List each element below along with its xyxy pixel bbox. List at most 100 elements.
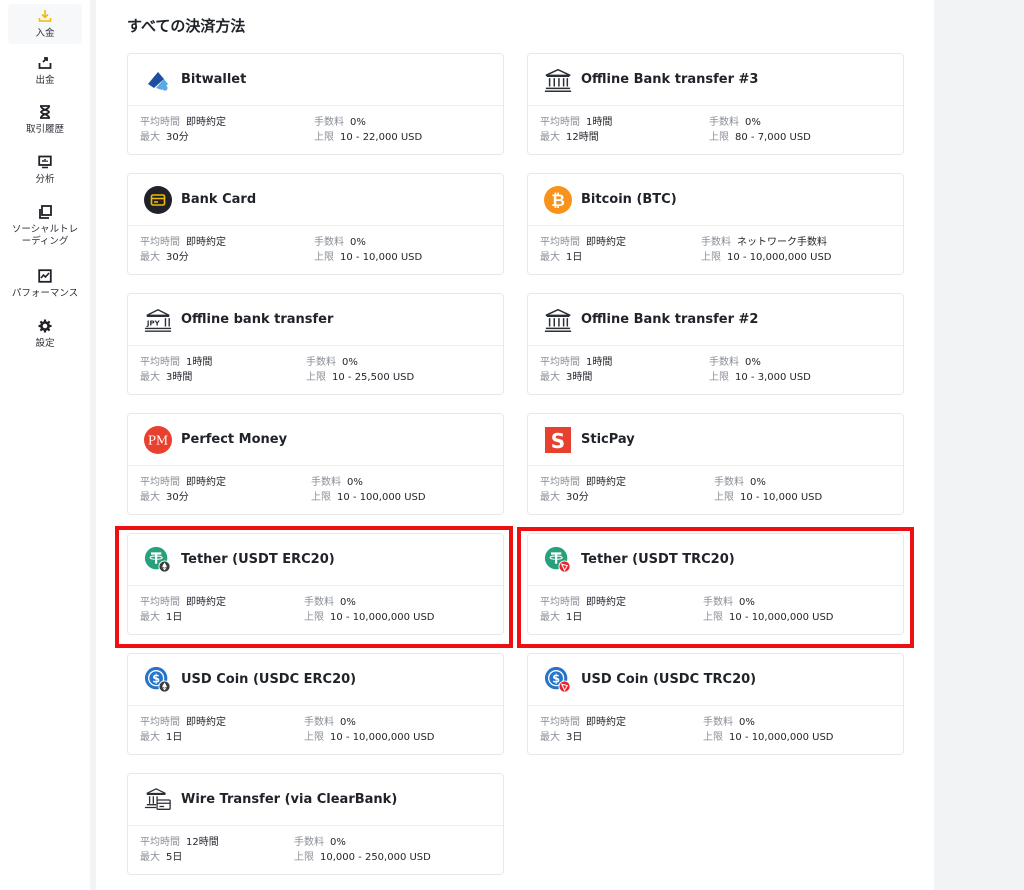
avg-time-value: 即時約定 bbox=[586, 597, 626, 608]
payment-method-name: Bitwallet bbox=[181, 72, 247, 87]
payment-method-card-tether-erc20[interactable]: Tether (USDT ERC20) 平均時間 即時約定 最大 1日 手数料 0% … bbox=[127, 533, 504, 635]
limit-label: 上限 bbox=[304, 612, 324, 623]
max-value: 30分 bbox=[566, 492, 589, 503]
limit-value: 10 - 10,000,000 USD bbox=[330, 732, 435, 743]
usdc-trc20-icon: $ bbox=[544, 666, 572, 694]
avg-time-value: 1時間 bbox=[586, 357, 613, 368]
fee-label: 手数料 bbox=[703, 717, 733, 728]
max-label: 最大 bbox=[140, 612, 160, 623]
max-value: 3時間 bbox=[566, 372, 593, 383]
max-value: 30分 bbox=[166, 492, 189, 503]
upload-icon bbox=[8, 56, 82, 72]
sticpay-icon-label: S bbox=[551, 429, 565, 453]
svg-text:$: $ bbox=[552, 672, 560, 685]
payment-method-card-bank-card[interactable]: Bank Card 平均時間 即時約定 最大 30分 手数料 0% 上限 10 - 10… bbox=[127, 173, 504, 275]
payment-method-card-sticpay[interactable]: S SticPay 平均時間 即時約定 最大 30分 手数料 0% 上限 10 - 10… bbox=[527, 413, 904, 515]
payment-method-name: Perfect Money bbox=[181, 432, 288, 447]
payment-method-card-wire-transfer[interactable]: Wire Transfer (via ClearBank) 平均時間 12時間 最… bbox=[127, 773, 504, 875]
avg-time-label: 平均時間 bbox=[140, 477, 180, 488]
chart-monitor-icon bbox=[8, 155, 82, 171]
avg-time-label: 平均時間 bbox=[140, 717, 180, 728]
payment-method-card-bitcoin[interactable]: ₿ Bitcoin (BTC) 平均時間 即時約定 最大 1日 手数料 ネットワーク手… bbox=[527, 173, 904, 275]
avg-time-value: 即時約定 bbox=[186, 477, 226, 488]
limit-label: 上限 bbox=[304, 732, 324, 743]
avg-time-value: 即時約定 bbox=[186, 597, 226, 608]
avg-time-label: 平均時間 bbox=[540, 117, 580, 128]
limit-value: 10 - 3,000 USD bbox=[735, 372, 811, 383]
max-label: 最大 bbox=[540, 732, 560, 743]
copy-icon bbox=[8, 205, 82, 221]
nav-item-label: 出金 bbox=[35, 75, 55, 86]
max-value: 1日 bbox=[566, 612, 583, 623]
fee-value: 0% bbox=[739, 717, 755, 728]
payment-method-name: USD Coin (USDC TRC20) bbox=[581, 672, 757, 687]
payment-method-card-tether-trc20[interactable]: Tether (USDT TRC20) 平均時間 即時約定 最大 1日 手数料 0% … bbox=[527, 533, 904, 635]
limit-value: 80 - 7,000 USD bbox=[735, 132, 811, 143]
payment-method-name: Tether (USDT ERC20) bbox=[181, 552, 335, 567]
fee-label: 手数料 bbox=[304, 717, 334, 728]
nav-item-performance[interactable]: パフォーマンス bbox=[8, 269, 82, 305]
download-icon bbox=[8, 9, 82, 25]
max-value: 5日 bbox=[166, 852, 183, 863]
payment-method-name: Wire Transfer (via ClearBank) bbox=[181, 792, 398, 807]
payment-method-card-usdc-trc20[interactable]: $ USD Coin (USDC TRC20) 平均時間 即時約定 最大 3日 手数… bbox=[527, 653, 904, 755]
performance-icon bbox=[8, 269, 82, 285]
nav-item-analysis[interactable]: 分析 bbox=[8, 155, 82, 191]
max-value: 3日 bbox=[566, 732, 583, 743]
payment-method-card-perfect-money[interactable]: PM Perfect Money 平均時間 即時約定 最大 30分 手数料 0% 上限… bbox=[127, 413, 504, 515]
fee-label: 手数料 bbox=[304, 597, 334, 608]
limit-label: 上限 bbox=[314, 252, 334, 263]
fee-label: 手数料 bbox=[709, 357, 739, 368]
limit-value: 10 - 10,000 USD bbox=[340, 252, 423, 263]
fee-label: 手数料 bbox=[709, 117, 739, 128]
max-value: 1日 bbox=[566, 252, 583, 263]
nav-item-social-trading[interactable]: ソーシャルトレ ーディング bbox=[8, 205, 82, 253]
bank-card-icon bbox=[144, 185, 172, 214]
fee-value: 0% bbox=[342, 357, 358, 368]
payment-method-card-offline-bank-transfer[interactable]: JPY Offline bank transfer 平均時間 1時間 最大 3時間 … bbox=[127, 293, 504, 395]
avg-time-label: 平均時間 bbox=[540, 597, 580, 608]
limit-label: 上限 bbox=[314, 132, 334, 143]
payment-method-card-offline-bank-transfer-2[interactable]: Offline Bank transfer #2 平均時間 1時間 最大 3時間 手… bbox=[527, 293, 904, 395]
nav-item-withdraw[interactable]: 出金 bbox=[8, 56, 82, 92]
tether-erc20-icon bbox=[144, 546, 172, 574]
fee-label: 手数料 bbox=[306, 357, 336, 368]
fee-value: 0% bbox=[350, 237, 366, 248]
payment-method-card-usdc-erc20[interactable]: $ USD Coin (USDC ERC20) 平均時間 即時約定 最大 1日 手数… bbox=[127, 653, 504, 755]
hourglass-icon bbox=[8, 105, 82, 121]
payment-method-card-bitwallet[interactable]: Bitwallet 平均時間 即時約定 最大 30分 手数料 0% 上限 10 - 22… bbox=[127, 53, 504, 155]
svg-text:$: $ bbox=[152, 672, 160, 685]
limit-value: 10 - 10,000,000 USD bbox=[729, 612, 834, 623]
limit-value: 10 - 10,000,000 USD bbox=[729, 732, 834, 743]
nav-item-history[interactable]: 取引履歴 bbox=[8, 105, 82, 141]
max-value: 1日 bbox=[166, 612, 183, 623]
avg-time-value: 1時間 bbox=[586, 117, 613, 128]
limit-label: 上限 bbox=[709, 132, 729, 143]
max-label: 最大 bbox=[540, 612, 560, 623]
limit-label: 上限 bbox=[703, 612, 723, 623]
payment-method-name: Offline Bank transfer #2 bbox=[581, 312, 759, 327]
payment-method-card-offline-bank-transfer-3[interactable]: Offline Bank transfer #3 平均時間 1時間 最大 12時間 … bbox=[527, 53, 904, 155]
wire-transfer-icon bbox=[144, 786, 172, 814]
fee-value: 0% bbox=[745, 357, 761, 368]
max-value: 12時間 bbox=[566, 132, 599, 143]
payment-method-name: SticPay bbox=[581, 432, 635, 447]
avg-time-label: 平均時間 bbox=[540, 357, 580, 368]
limit-value: 10 - 22,000 USD bbox=[340, 132, 423, 143]
usdc-erc20-icon: $ bbox=[144, 666, 172, 694]
fee-label: 手数料 bbox=[294, 837, 324, 848]
avg-time-label: 平均時間 bbox=[540, 717, 580, 728]
avg-time-value: 即時約定 bbox=[186, 717, 226, 728]
page-title: すべての決済方法 bbox=[127, 17, 246, 35]
payment-method-name: Tether (USDT TRC20) bbox=[581, 552, 735, 567]
fee-value: 0% bbox=[750, 477, 766, 488]
nav-item-settings[interactable]: 設定 bbox=[8, 319, 82, 355]
tether-trc20-icon bbox=[544, 546, 572, 574]
fee-value: 0% bbox=[739, 597, 755, 608]
avg-time-value: 即時約定 bbox=[586, 237, 626, 248]
sidebar: 入金 出金 取引履歴 分析 ソーシャルトレ ーディング パフォーマンス 設定 bbox=[0, 0, 90, 890]
max-label: 最大 bbox=[540, 132, 560, 143]
nav-item-deposit[interactable]: 入金 bbox=[8, 4, 82, 44]
max-label: 最大 bbox=[140, 252, 160, 263]
fee-label: 手数料 bbox=[314, 117, 344, 128]
